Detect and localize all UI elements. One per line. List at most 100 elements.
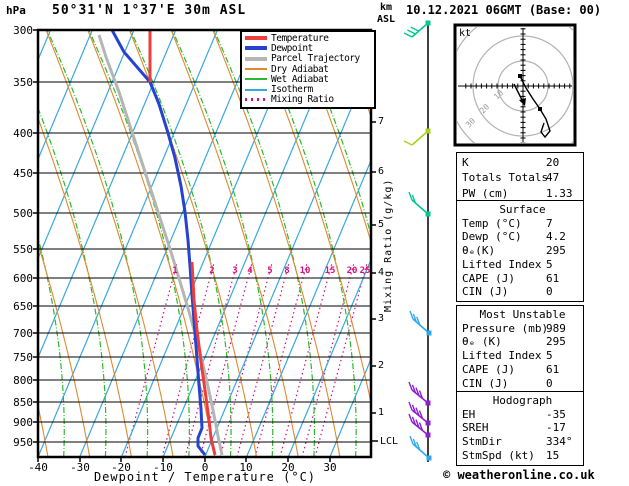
pressure-axis-label: 450 [13,167,33,180]
table-row: Pressure (mb) 989 [462,322,583,336]
pressure-axis-label: 650 [13,300,33,313]
legend-label: Mixing Ratio [271,94,334,106]
row-label: CAPE (J) [462,362,515,376]
pressure-unit-label: hPa [6,4,26,17]
wind-level-marker [425,128,431,134]
row-label: PW (cm) [462,186,509,200]
mixing-ratio-value-label: 15 [324,266,336,276]
table-header: Hodograph [492,394,553,407]
temp-axis-label: 0 [201,461,209,474]
row-label: K [462,156,469,169]
legend-swatch-parcel-trajectory [245,56,267,61]
row-value: 295 [546,335,566,349]
pressure-axis-label: 300 [13,24,33,37]
row-value: 1.33 [546,186,573,200]
row-label: CIN (J) [462,376,509,390]
row-value: -17 [546,421,566,435]
lcl-label: LCL [380,436,399,447]
mixing-ratio-line [124,262,178,457]
row-value: 5 [546,349,553,363]
wet-adiabat-line [46,30,149,457]
mixing-ratio-line [199,262,253,457]
legend-swatch-wet-adiabat [245,78,267,81]
wind-level-marker [425,420,431,426]
indices-table-stability: K 20 Totals Totals 47 PW (cm) 1.33 [456,152,584,205]
pressure-axis-label: 500 [13,207,33,220]
row-value: 47 [546,171,560,185]
mixing-ratio-value-label: 3 [232,266,238,276]
legend-swatch-dewpoint [245,46,267,51]
wet-adiabat-line [88,30,190,457]
pressure-axis-label: 800 [13,374,33,387]
temp-axis-label: -20 [111,461,131,474]
legend-box: Temperature Dewpoint Parcel Trajectory Dry … [240,30,376,110]
pressure-axis-label: 400 [13,127,33,140]
mixing-ratio-line [314,262,368,457]
row-label: Lifted Index [462,257,542,271]
row-value: 61 [546,362,560,376]
temp-axis-label: -10 [153,461,173,474]
row-value: 0 [546,376,553,390]
legend-item: Temperature [242,33,374,44]
table-header: Most Unstable [479,308,566,321]
wind-level-marker [425,211,431,217]
wind-barb [403,128,431,146]
pressure-axis-label: 350 [13,76,33,89]
mixing-ratio-value-label: 5 [267,266,273,276]
table-header: Surface [499,203,546,216]
table-row: K 20 [462,155,583,170]
temp-axis-label: -40 [28,461,48,474]
pressure-axis-label: 950 [13,436,33,449]
row-label: Temp (°C) [462,216,522,230]
temp-axis-label: -30 [70,461,90,474]
table-row: EH -35 [462,408,583,422]
table-row: θₑ (K) 295 [462,335,583,349]
table-row: CAPE (J) 61 [462,363,583,377]
legend-swatch-temperature [245,36,267,41]
temp-axis-label: 20 [281,461,295,474]
km-axis-label: 7 [378,116,385,127]
row-value: 20 [546,156,560,169]
pressure-axis-label: 550 [13,243,33,256]
hodograph-unit-label: kt [459,28,472,39]
km-axis-label: 5 [378,219,385,230]
legend-item: Wet Adiabat [242,74,374,85]
km-asl-axis-header: km ASL [372,2,400,26]
row-label: StmSpd (kt) [462,448,535,462]
km-axis-label: 3 [378,313,385,324]
mixing-ratio-line [161,262,215,457]
mixing-ratio-line [301,262,355,457]
table-row: PW (cm) 1.33 [462,186,583,201]
legend-item: Isotherm [242,84,374,95]
table-row: θₑ(K) 295 [462,244,583,258]
asl-label: ASL [376,14,396,25]
row-value: 5 [546,257,553,271]
legend-swatch-isotherm [245,88,267,91]
pressure-axis-label: 600 [13,272,33,285]
mixing-ratio-axis-label: Mixing Ratio (g/kg) [383,178,394,312]
table-row: Temp (°C) 7 [462,217,583,231]
km-unit-label: km [379,2,393,13]
table-row: CAPE (J) 61 [462,272,583,286]
row-label: StmDir [462,435,502,449]
legend-item: Dewpoint [242,43,374,54]
row-label: θₑ(K) [462,244,496,258]
row-value: 334° [546,435,573,449]
row-value: 989 [546,321,566,335]
row-label: EH [462,407,476,421]
mixing-ratio-value-label: 10 [299,266,311,276]
table-row: StmDir 334° [462,435,583,449]
wind-level-marker [426,455,432,461]
mixing-ratio-value-label: 4 [247,266,253,276]
table-row: SREH -17 [462,421,583,435]
skewt-sounding-page: 10 20 30 hPa 50°31'N 1°37'E 30m ASL km ASL… [0,0,629,486]
km-axis-label: 2 [378,360,385,371]
temp-axis-label: 30 [323,461,337,474]
row-value: -35 [546,407,566,421]
table-row: CIN (J) 0 [462,377,583,391]
pressure-axis-label: 700 [13,327,33,340]
row-value: 0 [546,285,553,299]
row-label: CAPE (J) [462,271,515,285]
table-row: Lifted Index 5 [462,349,583,363]
legend-swatch-mixing-ratio [245,98,267,102]
